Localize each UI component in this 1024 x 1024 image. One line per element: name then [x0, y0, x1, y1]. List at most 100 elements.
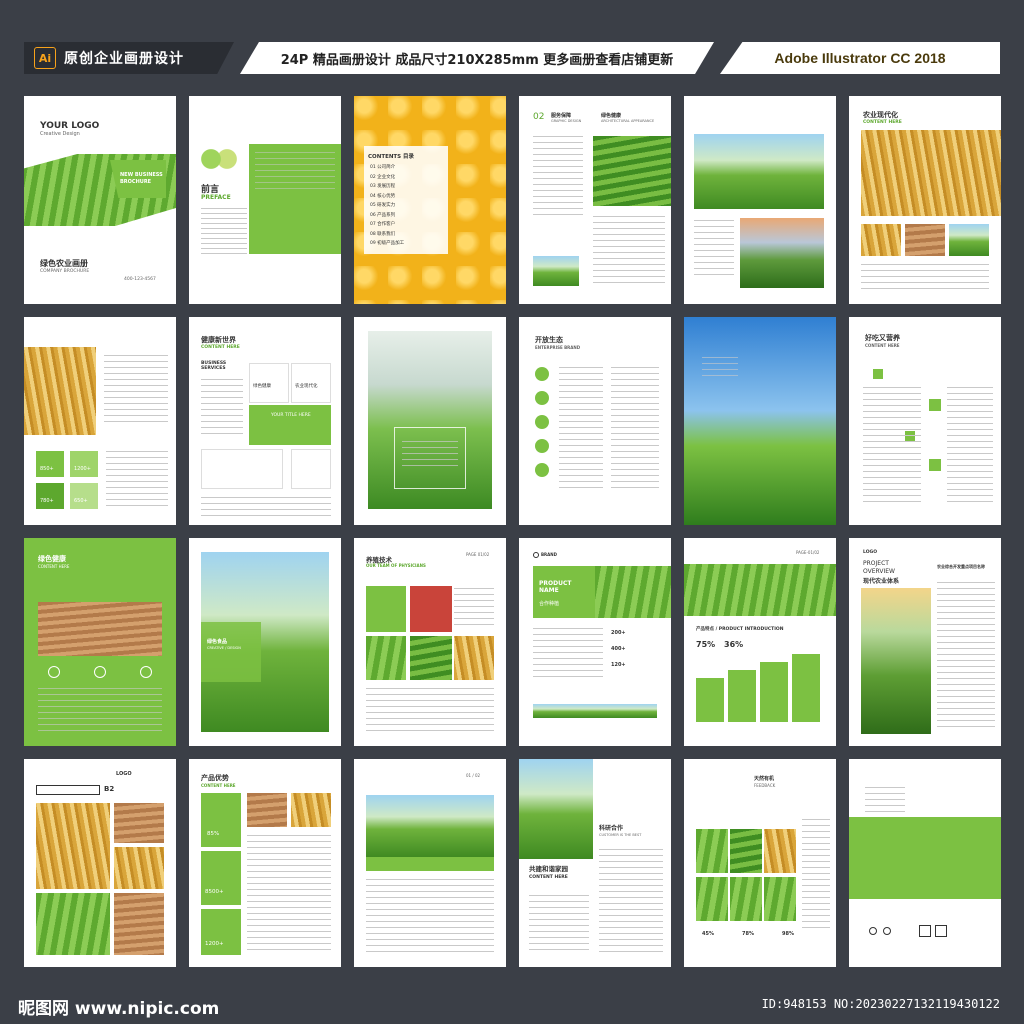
feedback-pct-1: 45% [702, 931, 714, 937]
adv-box-3 [201, 909, 241, 955]
contents-item: 06 产品系列 [370, 212, 396, 218]
product-name: PRODUCT NAME [539, 580, 572, 594]
health-world-text-2 [201, 497, 331, 517]
harvester-photo [694, 134, 824, 209]
breeding-text [454, 588, 494, 628]
back-icon-2 [883, 927, 891, 935]
nutrition-text-1 [863, 387, 921, 507]
page-cover[interactable]: YOUR LOGO Creative Design NEW BUSINESS B… [24, 96, 176, 304]
ecology-text-1 [559, 367, 603, 491]
cover-subtitle: COMPANY BROCHURE [40, 269, 90, 274]
page-nutrition[interactable]: 好吃又营养 CONTENT HERE [849, 317, 1001, 525]
page-service[interactable]: 02 服务保障 GRAPHIC DESIGN 绿色健康 ARCHITECTURA… [519, 96, 671, 304]
page-green-food[interactable]: 绿色食品 CREATIVE / DESIGN [189, 538, 341, 746]
ecology-cn: 开放生态 [535, 336, 563, 344]
breeding-photo-1 [410, 586, 452, 632]
cover-logo: YOUR LOGO [40, 121, 100, 131]
harmony-text [599, 849, 663, 953]
page-preface[interactable]: 前言 PREFACE [189, 96, 341, 304]
page-corn[interactable]: LOGO B2 [24, 759, 176, 967]
back-qr-1 [919, 925, 931, 937]
footer: 昵图网 www.nipic.com ID:948153 NO:202302271… [18, 994, 1008, 1019]
green-health-icon-1 [48, 666, 60, 678]
product-num-2: 400+ [611, 646, 626, 652]
corn-photo-1 [36, 803, 110, 889]
page-project-overview[interactable]: LOGO PROJECT OVERVIEW 现代农业体系 农业综合开发重点项目名… [849, 538, 1001, 746]
page-product[interactable]: BRAND PRODUCT NAME 合作种植 200+ 400+ 120+ [519, 538, 671, 746]
corn-photo-5 [114, 893, 164, 955]
page-advantages[interactable]: 产品优势 CONTENT HERE 85% 8500+ 1200+ [189, 759, 341, 967]
service-box-4 [201, 449, 283, 489]
product-text [533, 628, 603, 678]
header-title: 原创企业画册设计 [64, 51, 184, 67]
footer-site: 昵图网 www.nipic.com [18, 999, 220, 1019]
adv-stat-3: 1200+ [205, 941, 224, 947]
intro-bar-2 [728, 670, 756, 722]
contents-item: 03 发展历程 [370, 184, 396, 189]
contents-heading: CONTENTS 目录 [368, 154, 415, 160]
page-field-rows[interactable]: 01 / 02 [354, 759, 506, 967]
harvester-text [694, 220, 734, 280]
page-greenhouse[interactable] [354, 317, 506, 525]
page-back-cover[interactable] [849, 759, 1001, 967]
stat-2: 1200+ [74, 466, 91, 472]
page-breeding[interactable]: 养殖技术 OUR TEAM OF PHYSICIANS PAGE 01/02 [354, 538, 506, 746]
rows-page: 01 / 02 [466, 773, 481, 778]
service-text-2 [593, 216, 665, 286]
page-harvester[interactable] [684, 96, 836, 304]
contents-item: 02 企业文化 [370, 174, 396, 180]
stat-box-4 [70, 483, 98, 509]
green-health-text [38, 688, 162, 732]
tea-field-text [702, 357, 738, 381]
kiwi-photo [199, 144, 239, 174]
back-qr-2 [935, 925, 947, 937]
cover-phone: 400-123-4567 [124, 277, 156, 282]
page-stats[interactable]: 850+ 1200+ 780+ 650+ [24, 317, 176, 525]
overview-logo: LOGO [863, 550, 878, 555]
adv-photo-1 [247, 793, 287, 827]
service-cn: 服务保障 [551, 113, 572, 119]
stat-box-3 [36, 483, 64, 509]
product-num-3: 120+ [611, 662, 626, 668]
header-left: Ai 原创企业画册设计 [24, 42, 234, 74]
page-tea-field[interactable] [684, 317, 836, 525]
feedback-photo-4 [696, 877, 728, 921]
intro-bar-3 [760, 662, 788, 722]
page-ecology[interactable]: 开放生态 ENTERPRISE BRAND [519, 317, 671, 525]
nutrition-icon-1 [873, 369, 883, 379]
page-contents[interactable]: CONTENTS 目录 01 公司简介 02 企业文化 03 发展历程 04 核心优势… [354, 96, 506, 304]
corn-photo-4 [36, 893, 110, 955]
page-green-health[interactable]: 绿色健康 CONTENT HERE [24, 538, 176, 746]
service-photo-small [533, 256, 579, 286]
contents-item: 09 初级产品加工 [370, 241, 405, 246]
cover-title: 绿色农业画册 [40, 259, 88, 268]
brochure-page-grid: YOUR LOGO Creative Design NEW BUSINESS B… [24, 96, 1001, 967]
advantages-text [247, 835, 331, 953]
stat-3: 780+ [40, 498, 54, 504]
harmony-side: 科研合作 [599, 825, 624, 832]
intro-pct-2: 36% [724, 640, 744, 649]
product-brand: BRAND [541, 552, 557, 557]
brand-icon [533, 552, 539, 558]
page-modernization[interactable]: 农业现代化 CONTENT HERE [849, 96, 1001, 304]
ecology-en: ENTERPRISE BRAND [535, 345, 581, 350]
corn-table [36, 785, 100, 795]
corn-photo-3 [114, 847, 164, 889]
page-feedback[interactable]: 天然有机 FEEDBACK 45% 78% 98% [684, 759, 836, 967]
modern-en: CONTENT HERE [863, 120, 902, 125]
overview-title-1: PROJECT [863, 560, 889, 567]
cover-logo-sub: Creative Design [40, 131, 80, 137]
green-health-en: CONTENT HERE [38, 564, 70, 569]
nutrition-en: CONTENT HERE [865, 343, 900, 348]
contents-item: 08 联系我们 [370, 231, 396, 237]
adv-box-2 [201, 851, 241, 905]
rows-tag-1 [366, 857, 430, 871]
breeding-photo-2 [366, 636, 406, 680]
wheat-photo [861, 130, 1001, 216]
page-health-world[interactable]: 健康新世界 CONTENT HERE BUSINESS SERVICES 绿色健… [189, 317, 341, 525]
page-product-intro[interactable]: PAGE-01/02 产品特点 / PRODUCT INTRODUCTION 7… [684, 538, 836, 746]
page-harmony[interactable]: 共建和谐家园 CONTENT HERE 科研合作 CUSTOMER IS THE… [519, 759, 671, 967]
feedback-photo-5 [730, 877, 762, 921]
adv-stat-2: 8500+ [205, 889, 224, 895]
contents-item: 01 公司简介 [370, 165, 396, 170]
